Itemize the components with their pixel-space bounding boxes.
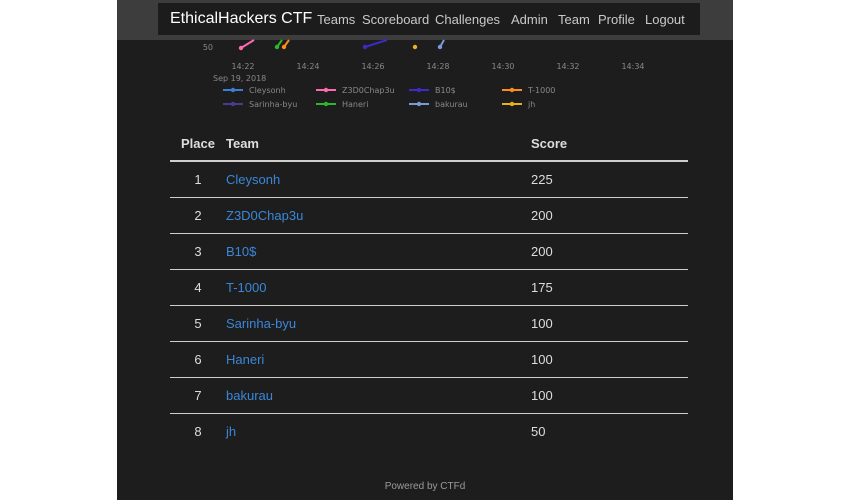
x-axis-date: Sep 19, 2018 [213,74,266,83]
footer-text: Powered by CTFd [384,481,466,492]
series-point-bakurau [437,44,443,50]
team-link[interactable]: B10$ [226,244,256,259]
nav-admin[interactable]: Admin [511,12,548,27]
score-cell: 100 [531,341,688,378]
legend-item[interactable]: T-1000 [502,86,555,95]
legend-label: T-1000 [527,86,555,95]
header-score: Score [531,126,688,162]
series-point-haneri [274,44,280,50]
series-point-z3d0chap3u [238,45,244,51]
nav-profile[interactable]: Profile [598,12,635,27]
legend-marker [323,87,329,93]
table-row: 1 Cleysonh 225 [170,161,688,198]
table-row: 6 Haneri 100 [170,341,688,378]
brand-link[interactable]: EthicalHackers CTF [170,10,312,28]
legend-marker [509,87,515,93]
legend-item[interactable]: bakurau [409,100,468,109]
team-link[interactable]: Haneri [226,352,264,367]
legend-item[interactable]: jh [502,100,535,109]
scoreboard-table: Place Team Score 1 Cleysonh 225 2 Z3D0Ch… [170,126,688,449]
x-tick-label: 14:32 [556,62,579,71]
table-row: 2 Z3D0Chap3u 200 [170,197,688,234]
table-row: 4 T-1000 175 [170,269,688,306]
x-tick-label: 14:26 [361,62,384,71]
team-link[interactable]: Z3D0Chap3u [226,208,303,223]
series-point-b10 [362,44,368,50]
nav-challenges[interactable]: Challenges [435,12,500,27]
team-link[interactable]: T-1000 [226,280,266,295]
score-cell: 50 [531,424,546,439]
score-cell: 175 [531,269,688,306]
x-tick-label: 14:34 [621,62,644,71]
table-row: 7 bakurau 100 [170,377,688,414]
legend-label: Haneri [342,100,368,109]
legend-label: bakurau [435,100,468,109]
score-cell: 200 [531,197,688,234]
legend-item[interactable]: Sarinha-byu [223,100,297,109]
nav-scoreboard[interactable]: Scoreboard [362,12,429,27]
legend-item[interactable]: Cleysonh [223,86,286,95]
place-cell: 4 [170,269,226,306]
series-point-jh [412,44,418,50]
team-link[interactable]: bakurau [226,388,273,403]
legend-item[interactable]: Z3D0Chap3u [316,86,395,95]
legend-marker [230,87,236,93]
nav-team[interactable]: Team [558,12,590,27]
legend-label: Z3D0Chap3u [342,86,395,95]
table-row: 5 Sarinha-byu 100 [170,305,688,342]
table-row: 8 jh 50 [170,414,688,450]
x-tick-label: 14:28 [426,62,449,71]
place-cell: 8 [194,424,202,439]
legend-label: Sarinha-byu [249,100,297,109]
legend-label: Cleysonh [249,86,286,95]
legend-marker [509,101,515,107]
place-cell: 5 [170,305,226,342]
score-cell: 100 [531,305,688,342]
score-cell: 225 [531,161,688,198]
header-place: Place [170,126,226,162]
table-header-row: Place Team Score [170,126,688,162]
series-line-b10 [364,39,388,48]
legend-item[interactable]: B10$ [409,86,456,95]
score-cell: 100 [531,377,688,414]
score-cell: 200 [531,233,688,270]
legend-marker [416,87,422,93]
team-link[interactable]: Cleysonh [226,172,280,187]
navbar: EthicalHackers CTF Teams Scoreboard Chal… [158,3,700,35]
series-line-z3d0chap3u [240,39,255,49]
place-cell: 1 [170,161,226,198]
x-tick-label: 14:22 [231,62,254,71]
place-cell: 6 [170,341,226,378]
place-cell: 2 [170,197,226,234]
legend-marker [323,101,329,107]
team-link[interactable]: jh [226,424,236,439]
table-row: 3 B10$ 200 [170,233,688,270]
legend-label: jh [527,100,535,109]
nav-teams[interactable]: Teams [317,12,355,27]
x-tick-label: 14:24 [296,62,319,71]
score-graph: 50 14:22 14:24 14:26 14:28 14:30 14:32 14:34 S… [203,39,645,109]
x-tick-label: 14:30 [491,62,514,71]
place-cell: 3 [170,233,226,270]
team-link[interactable]: Sarinha-byu [226,316,296,331]
legend-label: B10$ [435,86,456,95]
legend-marker [416,101,422,107]
place-cell: 7 [170,377,226,414]
y-tick-label: 50 [203,43,213,52]
legend-marker [230,101,236,107]
legend-item[interactable]: Haneri [316,100,368,109]
nav-logout[interactable]: Logout [645,12,685,27]
header-team: Team [226,126,531,162]
page-content: EthicalHackers CTF Teams Scoreboard Chal… [117,0,733,500]
series-point-t1000 [281,44,287,50]
